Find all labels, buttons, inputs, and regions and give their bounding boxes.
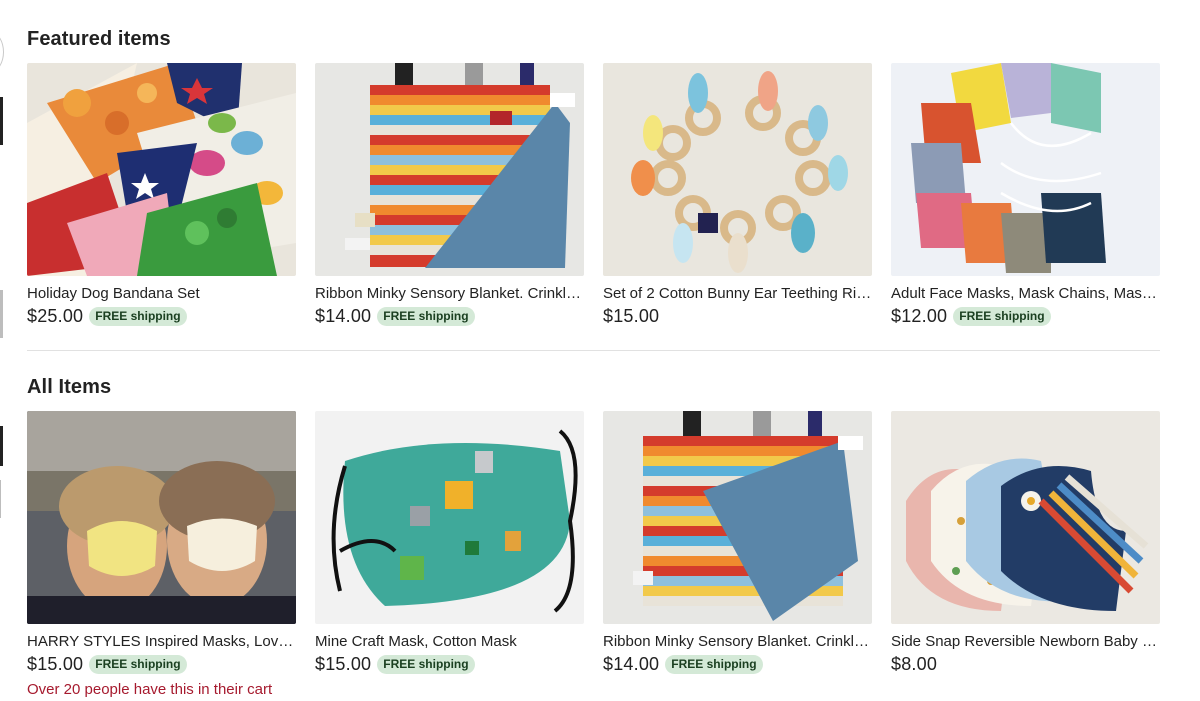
listing-image[interactable] (315, 63, 584, 276)
listing-title[interactable]: Side Snap Reversible Newborn Baby Bibs (891, 633, 1160, 651)
cart-count-note: Over 20 people have this in their cart (27, 681, 273, 698)
listing-title[interactable]: HARRY STYLES Inspired Masks, Love On Tou… (27, 633, 296, 651)
listing-price: $8.00 (891, 653, 938, 674)
scroll-left-button[interactable] (0, 32, 4, 72)
all-item-card[interactable]: Side Snap Reversible Newborn Baby Bibs $… (891, 411, 1160, 675)
all-items-title: All Items (27, 376, 112, 398)
listing-image[interactable] (315, 411, 584, 624)
listing-title[interactable]: Adult Face Masks, Mask Chains, Mask Lany… (891, 285, 1160, 303)
listing-title[interactable]: Ribbon Minky Sensory Blanket. Crinkle, T… (603, 633, 872, 651)
listing-price: $15.00 (27, 653, 84, 674)
listing-price: $25.00 (27, 305, 84, 326)
free-shipping-badge: FREE shipping (377, 306, 475, 326)
listing-price: $15.00 (603, 305, 660, 326)
listing-image[interactable] (603, 63, 872, 276)
listing-title[interactable]: Set of 2 Cotton Bunny Ear Teething Rings (603, 285, 872, 303)
rail-marker (0, 97, 3, 145)
all-item-card[interactable]: Ribbon Minky Sensory Blanket. Crinkle, T… (603, 411, 872, 675)
listing-title[interactable]: Ribbon Minky Sensory Blanket. Crinkle, T… (315, 285, 584, 303)
listing-price: $15.00 (315, 653, 372, 674)
all-item-card[interactable]: Mine Craft Mask, Cotton Mask $15.00 FREE… (315, 411, 584, 675)
listing-price: $12.00 (891, 305, 948, 326)
listing-price: $14.00 (315, 305, 372, 326)
free-shipping-badge: FREE shipping (377, 654, 475, 674)
rail-marker (0, 290, 3, 338)
free-shipping-badge: FREE shipping (665, 654, 763, 674)
featured-item-card[interactable]: Adult Face Masks, Mask Chains, Mask Lany… (891, 63, 1160, 327)
rail-marker (0, 480, 1, 518)
listing-price: $14.00 (603, 653, 660, 674)
section-divider (27, 350, 1160, 351)
featured-title: Featured items (27, 28, 171, 50)
left-rail (0, 0, 4, 701)
free-shipping-badge: FREE shipping (89, 654, 187, 674)
all-item-card[interactable]: HARRY STYLES Inspired Masks, Love On Tou… (27, 411, 296, 698)
listing-image[interactable] (27, 411, 296, 624)
listing-title[interactable]: Holiday Dog Bandana Set (27, 285, 296, 303)
listing-title[interactable]: Mine Craft Mask, Cotton Mask (315, 633, 584, 651)
listing-image[interactable] (27, 63, 296, 276)
featured-item-card[interactable]: Holiday Dog Bandana Set $25.00 FREE ship… (27, 63, 296, 327)
free-shipping-badge: FREE shipping (953, 306, 1051, 326)
listing-image[interactable] (603, 411, 872, 624)
free-shipping-badge: FREE shipping (89, 306, 187, 326)
listing-image[interactable] (891, 411, 1160, 624)
listing-image[interactable] (891, 63, 1160, 276)
featured-item-card[interactable]: Set of 2 Cotton Bunny Ear Teething Rings… (603, 63, 872, 327)
featured-item-card[interactable]: Ribbon Minky Sensory Blanket. Crinkle, T… (315, 63, 584, 327)
rail-marker (0, 426, 3, 466)
